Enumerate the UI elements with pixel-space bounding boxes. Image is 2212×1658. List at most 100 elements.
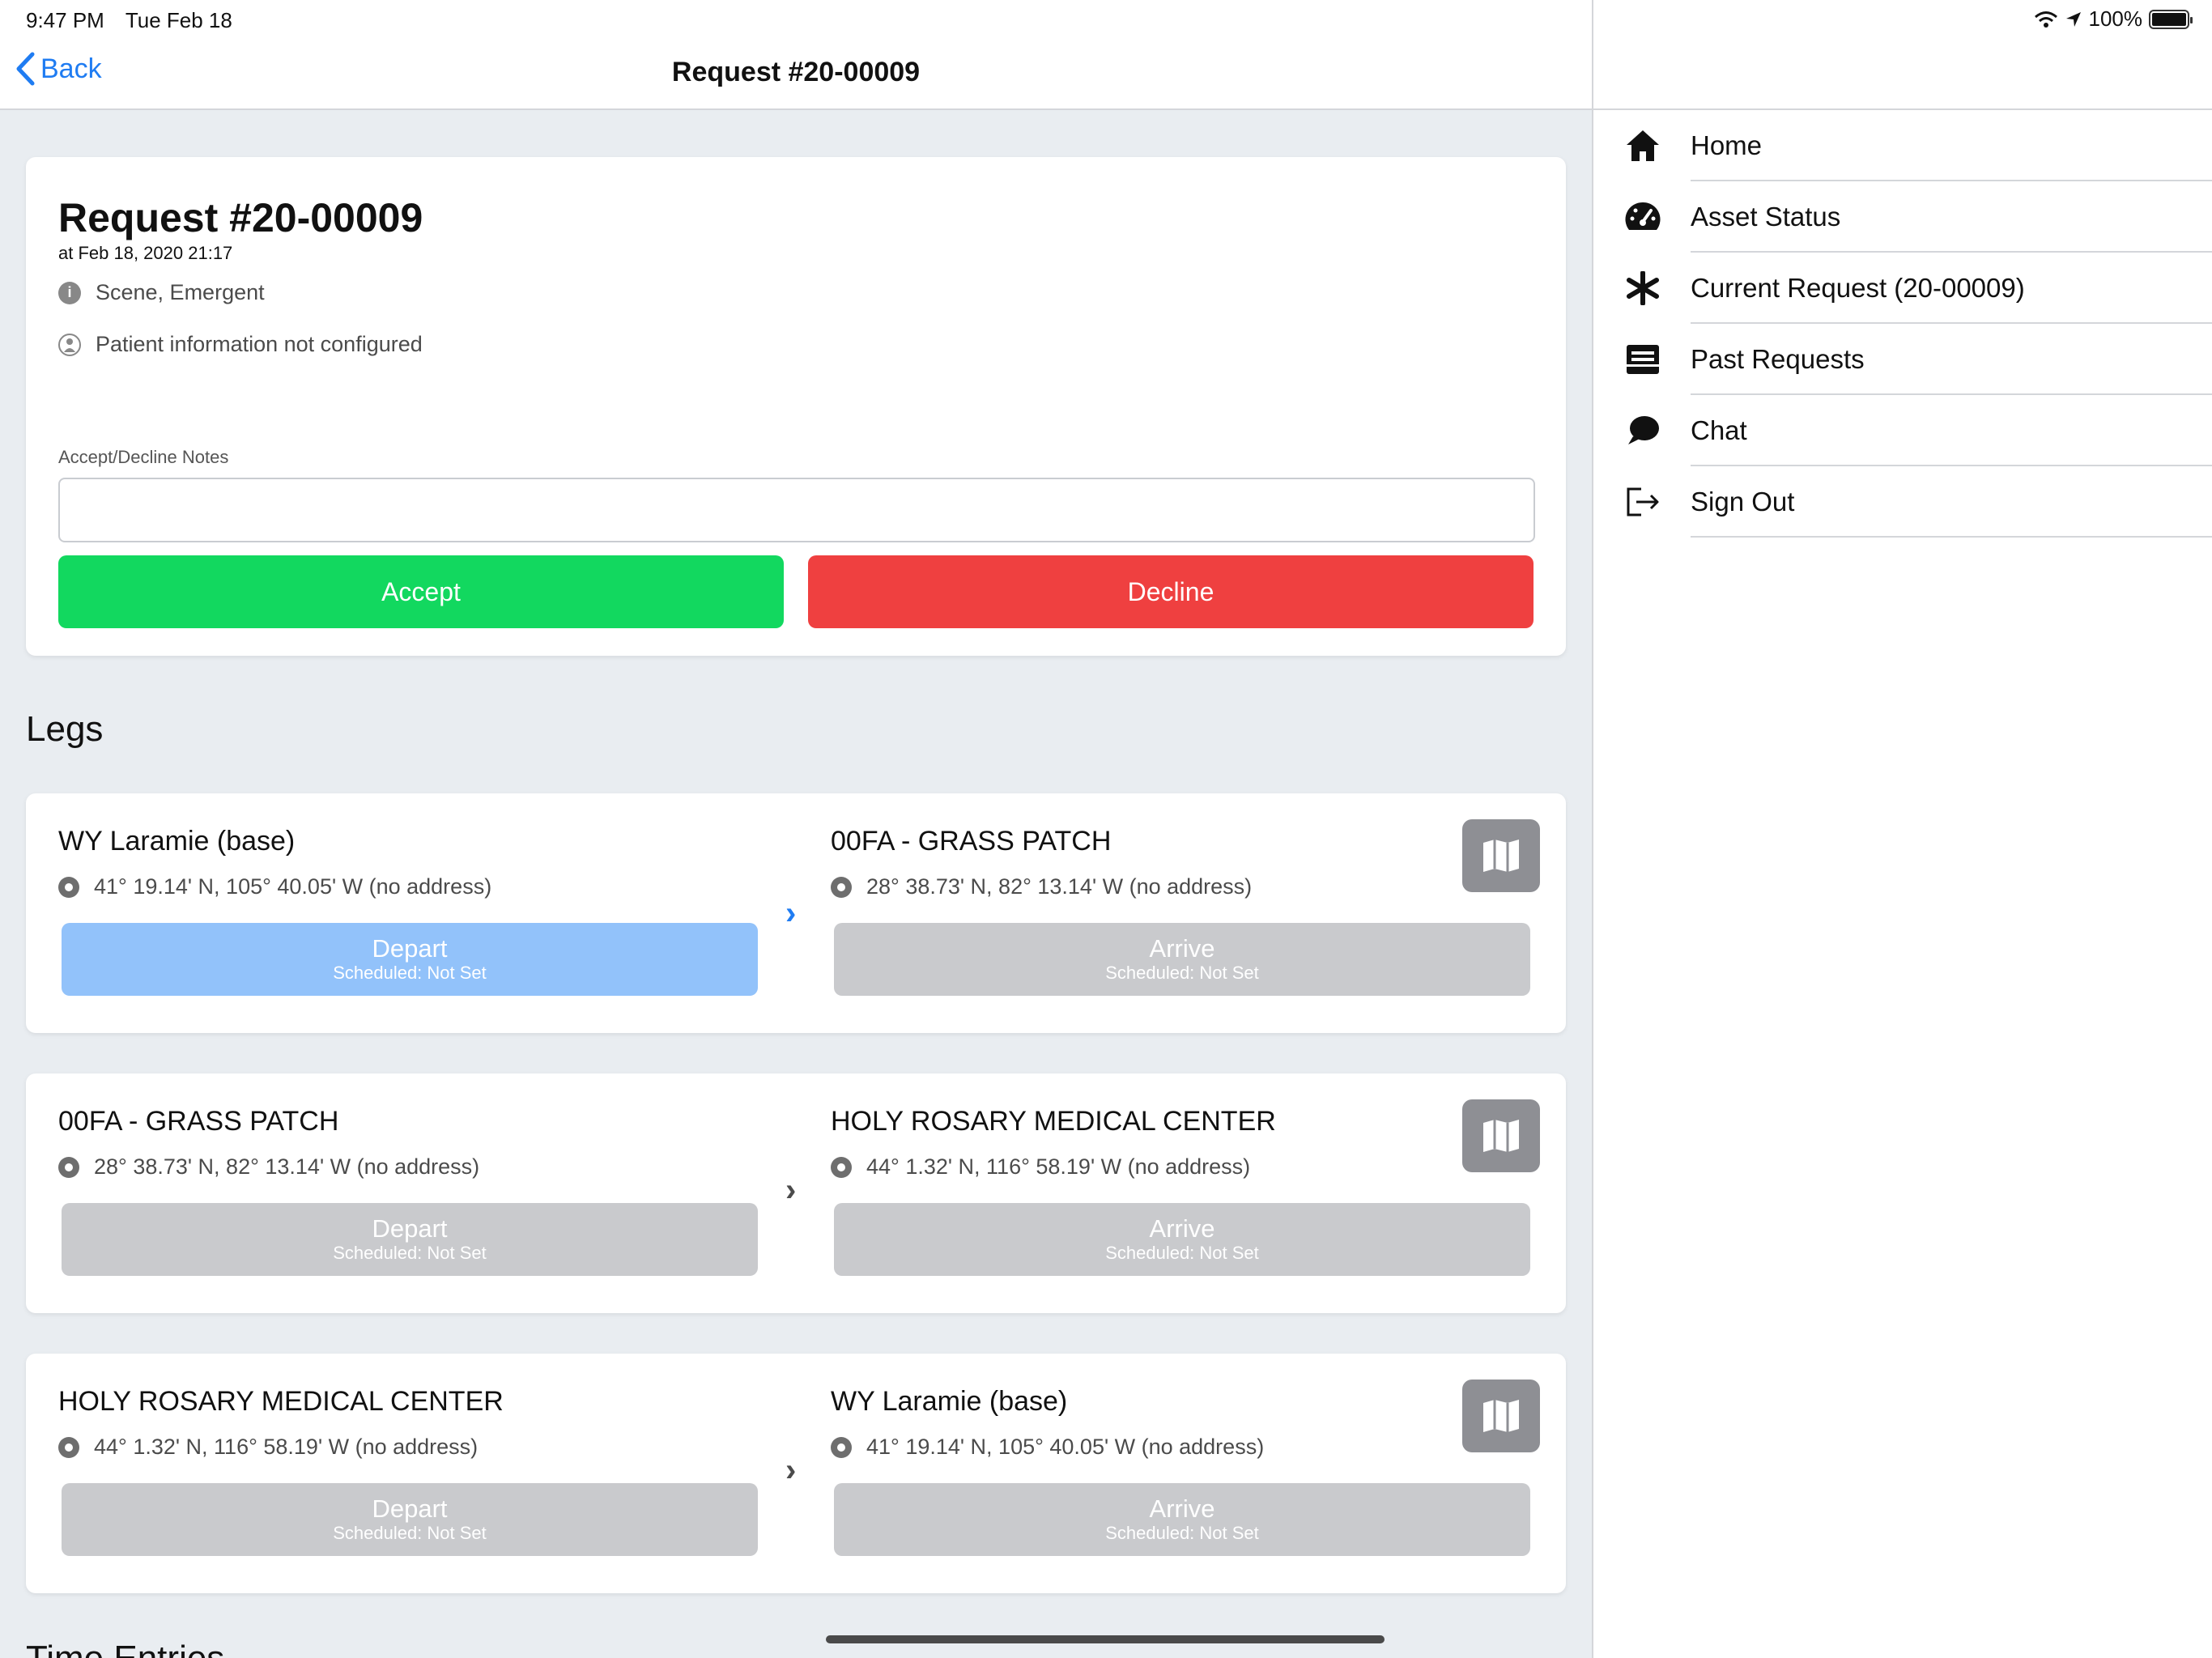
leg-origin-coord: 41° 19.14' N, 105° 40.05' W (no address) bbox=[94, 874, 492, 899]
info-icon: i bbox=[58, 281, 81, 304]
decline-button[interactable]: Decline bbox=[808, 555, 1534, 628]
menu-label: Asset Status bbox=[1691, 202, 1841, 232]
request-type-row: i Scene, Emergent bbox=[58, 280, 265, 305]
asterisk-icon bbox=[1621, 266, 1665, 310]
location-gear-icon bbox=[58, 876, 79, 898]
patient-info: Patient information not configured bbox=[96, 332, 423, 356]
depart-button[interactable]: Depart Scheduled: Not Set bbox=[62, 923, 758, 996]
location-gear-icon bbox=[831, 1436, 852, 1458]
leg-origin-coord-row: 44° 1.32' N, 116° 58.19' W (no address) bbox=[58, 1435, 478, 1460]
depart-scheduled: Scheduled: Not Set bbox=[333, 1243, 487, 1263]
depart-scheduled: Scheduled: Not Set bbox=[333, 1523, 487, 1543]
depart-button[interactable]: Depart Scheduled: Not Set bbox=[62, 1203, 758, 1276]
map-button[interactable] bbox=[1462, 1380, 1540, 1452]
arrive-label: Arrive bbox=[1149, 1494, 1215, 1523]
menu-label: Current Request (20-00009) bbox=[1691, 273, 2025, 303]
leg-destination-coord: 28° 38.73' N, 82° 13.14' W (no address) bbox=[866, 874, 1253, 899]
arrive-button[interactable]: Arrive Scheduled: Not Set bbox=[834, 1203, 1530, 1276]
divider bbox=[1691, 536, 2212, 538]
status-date: Tue Feb 18 bbox=[125, 8, 232, 32]
leg-origin: HOLY ROSARY MEDICAL CENTER bbox=[58, 1386, 504, 1417]
home-indicator[interactable] bbox=[826, 1635, 1385, 1643]
arrive-scheduled: Scheduled: Not Set bbox=[1105, 963, 1259, 983]
depart-label: Depart bbox=[372, 934, 448, 963]
leg-destination-coord: 44° 1.32' N, 116° 58.19' W (no address) bbox=[866, 1154, 1251, 1179]
location-arrow-icon bbox=[2065, 11, 2081, 27]
location-gear-icon bbox=[58, 1436, 79, 1458]
location-gear-icon bbox=[831, 1156, 852, 1178]
leg-origin: 00FA - GRASS PATCH bbox=[58, 1106, 339, 1137]
status-bar-right: 100% bbox=[2034, 6, 2193, 32]
leg-destination-coord-row: 44° 1.32' N, 116° 58.19' W (no address) bbox=[831, 1154, 1250, 1180]
arrive-button[interactable]: Arrive Scheduled: Not Set bbox=[834, 923, 1530, 996]
menu-label: Past Requests bbox=[1691, 344, 1865, 374]
legs-heading: Legs bbox=[26, 709, 104, 749]
leg-card: 00FA - GRASS PATCH 28° 38.73' N, 82° 13.… bbox=[26, 1073, 1566, 1313]
side-menu: 100% Home Asset Status Current Request (… bbox=[1592, 0, 2212, 1658]
arrive-label: Arrive bbox=[1149, 934, 1215, 963]
wifi-icon bbox=[2034, 11, 2057, 28]
map-icon bbox=[1483, 840, 1519, 872]
menu-item-chat[interactable]: Chat bbox=[1593, 395, 2212, 466]
leg-destination: HOLY ROSARY MEDICAL CENTER bbox=[831, 1106, 1276, 1137]
notes-input[interactable] bbox=[58, 478, 1535, 542]
leg-card: WY Laramie (base) 41° 19.14' N, 105° 40.… bbox=[26, 793, 1566, 1033]
request-card: Request #20-00009 at Feb 18, 2020 21:17 … bbox=[26, 157, 1566, 656]
menu-list: Home Asset Status Current Request (20-00… bbox=[1593, 110, 2212, 538]
arrive-scheduled: Scheduled: Not Set bbox=[1105, 1523, 1259, 1543]
leg-destination-coord-row: 28° 38.73' N, 82° 13.14' W (no address) bbox=[831, 874, 1252, 899]
leg-origin: WY Laramie (base) bbox=[58, 826, 296, 857]
archive-icon bbox=[1621, 338, 1665, 381]
depart-label: Depart bbox=[372, 1214, 448, 1243]
notes-label: Accept/Decline Notes bbox=[58, 447, 229, 467]
main-content: 9:47 PM Tue Feb 18 Back Request #20-0000… bbox=[0, 0, 1592, 1658]
map-button[interactable] bbox=[1462, 819, 1540, 892]
leg-destination-coord-row: 41° 19.14' N, 105° 40.05' W (no address) bbox=[831, 1435, 1264, 1460]
location-gear-icon bbox=[58, 1156, 79, 1178]
leg-origin-coord: 44° 1.32' N, 116° 58.19' W (no address) bbox=[94, 1435, 479, 1459]
arrive-button[interactable]: Arrive Scheduled: Not Set bbox=[834, 1483, 1530, 1556]
status-time: 9:47 PM bbox=[26, 8, 104, 32]
menu-item-asset-status[interactable]: Asset Status bbox=[1593, 181, 2212, 253]
menu-item-current-request[interactable]: Current Request (20-00009) bbox=[1593, 253, 2212, 324]
map-button[interactable] bbox=[1462, 1099, 1540, 1172]
chat-bubble-icon bbox=[1621, 409, 1665, 453]
leg-destination-coord: 41° 19.14' N, 105° 40.05' W (no address) bbox=[866, 1435, 1265, 1459]
leg-origin-coord-row: 41° 19.14' N, 105° 40.05' W (no address) bbox=[58, 874, 491, 899]
menu-item-sign-out[interactable]: Sign Out bbox=[1593, 466, 2212, 538]
location-gear-icon bbox=[831, 876, 852, 898]
request-type: Scene, Emergent bbox=[96, 280, 265, 304]
leg-card: HOLY ROSARY MEDICAL CENTER 44° 1.32' N, … bbox=[26, 1354, 1566, 1593]
user-icon bbox=[58, 333, 81, 356]
depart-scheduled: Scheduled: Not Set bbox=[333, 963, 487, 983]
navigation-bar: 9:47 PM Tue Feb 18 Back Request #20-0000… bbox=[0, 0, 1592, 110]
speedometer-icon bbox=[1621, 195, 1665, 239]
accept-button[interactable]: Accept bbox=[58, 555, 784, 628]
chevron-right-icon: › bbox=[785, 895, 797, 931]
sign-out-icon bbox=[1621, 480, 1665, 524]
leg-origin-coord: 28° 38.73' N, 82° 13.14' W (no address) bbox=[94, 1154, 480, 1179]
menu-item-past-requests[interactable]: Past Requests bbox=[1593, 324, 2212, 395]
depart-button[interactable]: Depart Scheduled: Not Set bbox=[62, 1483, 758, 1556]
side-menu-header: 100% bbox=[1593, 0, 2212, 110]
status-bar-left: 9:47 PM Tue Feb 18 bbox=[26, 8, 232, 33]
menu-item-home[interactable]: Home bbox=[1593, 110, 2212, 181]
request-title: Request #20-00009 bbox=[58, 195, 423, 240]
menu-label: Home bbox=[1691, 130, 1763, 160]
nav-title: Request #20-00009 bbox=[671, 57, 921, 87]
home-icon bbox=[1621, 124, 1665, 168]
map-icon bbox=[1483, 1400, 1519, 1432]
menu-label: Chat bbox=[1691, 415, 1747, 445]
battery-icon bbox=[2149, 9, 2193, 29]
chevron-right-icon: › bbox=[785, 1452, 797, 1488]
battery-percent: 100% bbox=[2088, 6, 2143, 31]
leg-destination: WY Laramie (base) bbox=[831, 1386, 1068, 1417]
arrive-label: Arrive bbox=[1149, 1214, 1215, 1243]
chevron-right-icon: › bbox=[785, 1172, 797, 1208]
depart-label: Depart bbox=[372, 1494, 448, 1523]
leg-origin-coord-row: 28° 38.73' N, 82° 13.14' W (no address) bbox=[58, 1154, 479, 1180]
patient-info-row: Patient information not configured bbox=[58, 332, 423, 357]
menu-label: Sign Out bbox=[1691, 487, 1795, 517]
request-timestamp: at Feb 18, 2020 21:17 bbox=[58, 243, 233, 263]
time-entries-heading: Time Entries bbox=[26, 1639, 224, 1658]
